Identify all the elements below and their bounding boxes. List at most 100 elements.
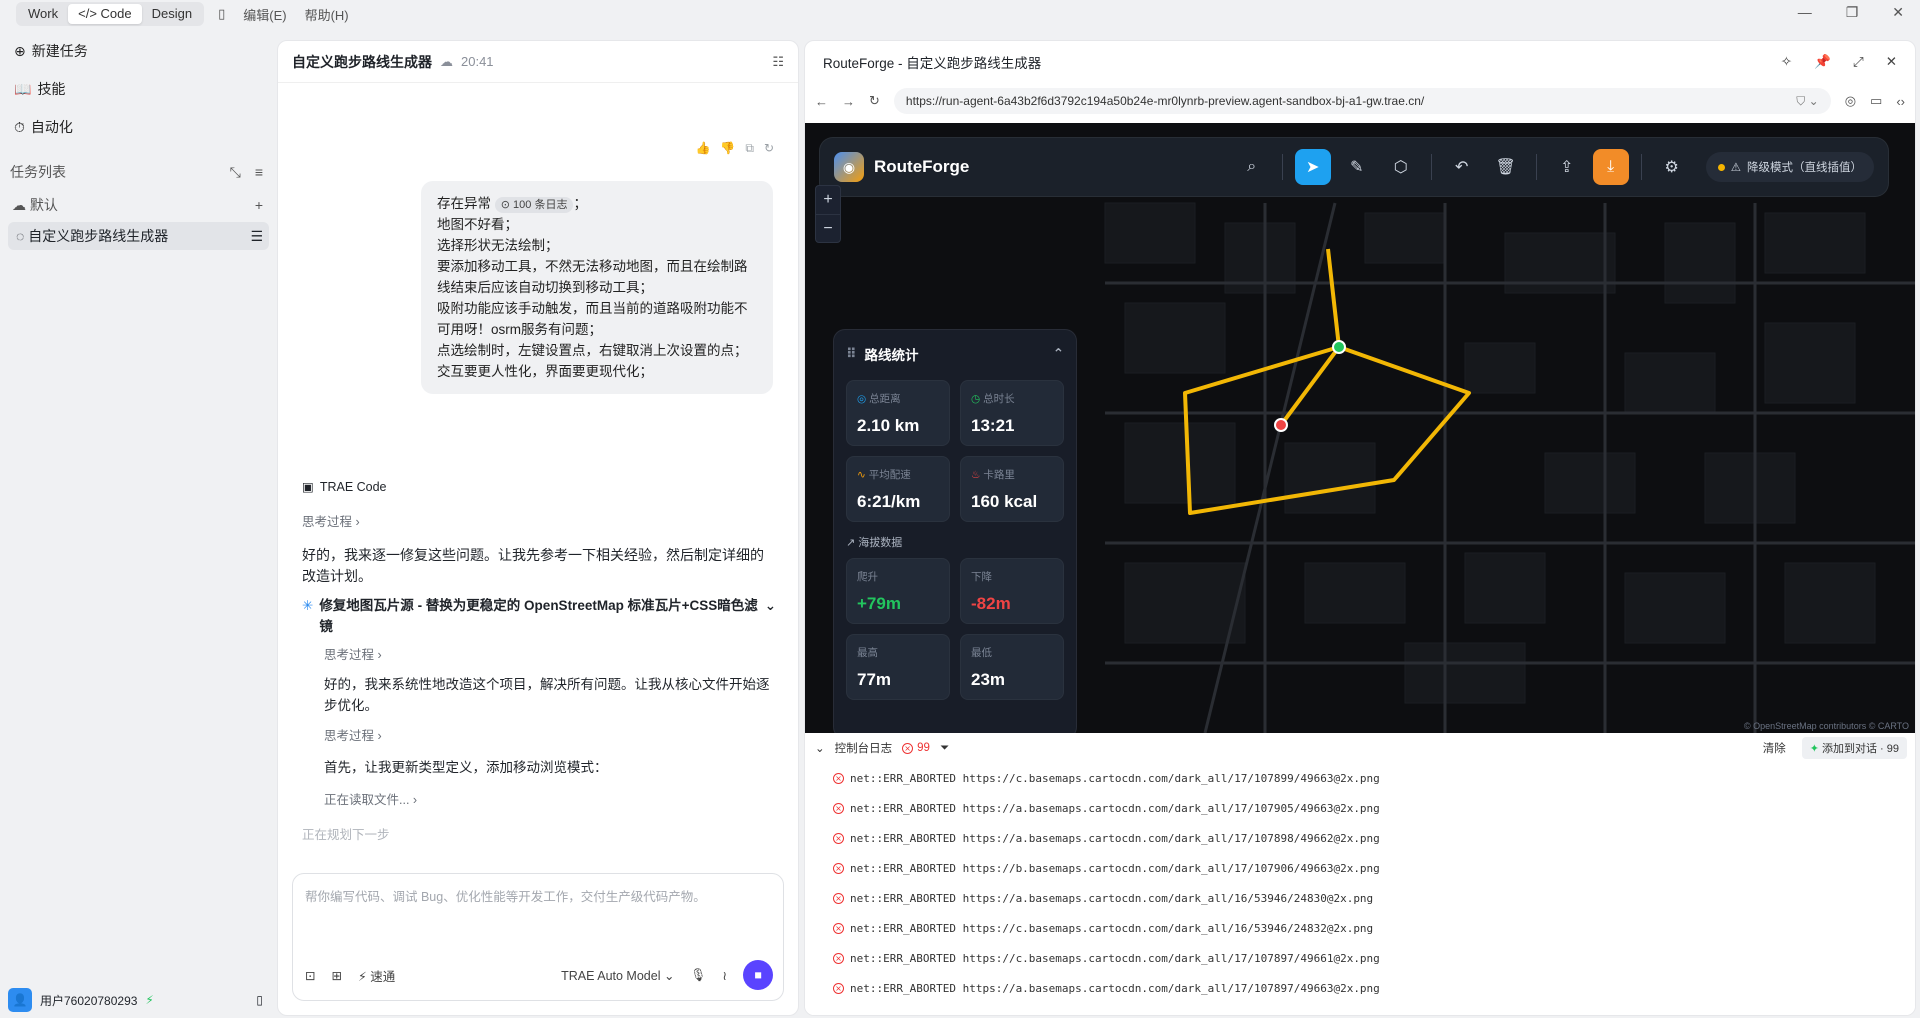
avatar: 👤 [8,988,32,1012]
pin-icon[interactable]: 📌 [1814,54,1831,70]
user-profile[interactable]: 👤 用户76020780293 ⚡ ▯ [8,988,263,1012]
chevron-down-icon[interactable]: ⌄ [815,741,825,755]
mic-icon[interactable]: 🎙 [690,968,706,983]
bubble-line: 交互要更人性化，界面要更现代化； [437,364,653,379]
error-count: 99 [917,742,930,754]
location-icon: ◎ [857,393,867,405]
input-placeholder: 帮你编写代码、调试 Bug、优化性能等开发工作，交付生产级代码产物。 [305,890,706,904]
bubble-line: 吸附功能应该手动触发，而且当前的道路吸附功能不可用呀！osrm服务有问题； [437,301,748,337]
task-item-label: 自定义跑步路线生成器 [28,228,169,244]
filter-icon[interactable]: ≡ [255,164,263,181]
settings-gear-icon[interactable]: ⚙ [1654,149,1690,185]
url-field[interactable]: https://run-agent-6a43b2f6d3792c194a50b2… [893,88,1831,114]
drag-handle-icon[interactable]: ⠿ [846,346,857,362]
max-value: 77m [857,670,892,689]
preview-panel: RouteForge - 自定义跑步路线生成器 ✧ 📌 ⤢ ✕ ← → ↻ ht… [804,40,1916,1016]
new-task-button[interactable]: ⊕ 新建任务 [0,32,277,70]
task-list-icon[interactable]: ☰ [250,228,263,245]
cloud-icon: ☁ [440,53,453,69]
clear-console-button[interactable]: 清除 [1763,740,1786,756]
speed-mode-button[interactable]: ⚡ 速通 [358,966,395,985]
error-icon: × [833,862,844,874]
add-to-chat-button[interactable]: ✦ 添加到对话 · 99 [1801,737,1907,759]
menu-help[interactable]: 帮助(H) [305,5,349,24]
zoom-out-button[interactable]: − [816,214,840,242]
console-log-list: ×net::ERR_ABORTED https://c.basemaps.car… [805,763,1915,1003]
copy-icon[interactable]: ⧉ [745,141,754,156]
forward-icon[interactable]: → [842,94,855,109]
undo-icon[interactable]: ↶ [1444,149,1480,185]
zoom-in-button[interactable]: + [816,186,840,214]
close-icon[interactable]: ✕ [1892,4,1904,21]
pencil-tool-icon[interactable]: ✎ [1339,149,1375,185]
menu-edit[interactable]: 编辑(E) [243,5,286,24]
phone-icon[interactable]: ▯ [256,993,263,1007]
upload-icon[interactable]: ⇪ [1549,149,1585,185]
error-icon: × [833,952,844,964]
maximize-icon[interactable]: ❐ [1846,4,1859,21]
log-text: net::ERR_ABORTED https://c.basemaps.cart… [850,951,1380,965]
download-icon[interactable]: ⤓ [1592,149,1629,185]
bubble-line: 点选绘制时，左键设置点，右键取消上次设置的点； [437,343,748,358]
stop-button[interactable]: ■ [743,960,773,990]
collapse-icon[interactable]: ⤡ [230,164,241,181]
route-end-marker[interactable] [1274,418,1288,432]
thinking-toggle[interactable]: 思考过程 › [324,645,776,666]
thumbs-down-icon[interactable]: 👎 [720,141,735,156]
elevation-title: 海拔数据 [858,537,903,549]
code-icon[interactable]: ‹› [1896,94,1905,109]
step-item[interactable]: ✳ 修复地图瓦片源 - 替换为更稳定的 OpenStreetMap 标准瓦片+C… [302,595,776,637]
close-icon[interactable]: ✕ [1886,54,1897,70]
search-icon[interactable]: ⌕ [1234,149,1270,185]
image-icon[interactable]: ⊞ [331,968,341,983]
attach-icon[interactable]: ⊡ [305,968,315,983]
reload-icon[interactable]: ↻ [869,93,880,109]
error-icon: × [833,922,844,934]
mode-work[interactable]: Work [18,4,68,24]
console-log-line: × net::ERR_ABORTED https://a.basemaps.car… [805,823,1915,853]
bolt-icon: ⚡ [357,969,367,984]
thinking-toggle[interactable]: 思考过程 › [302,512,776,533]
log-attachment-pill[interactable]: ⊙ 100 条日志 [494,197,574,213]
trash-icon[interactable]: 🗑 [1488,149,1524,185]
select-tool-icon[interactable]: ➤ [1294,149,1331,185]
filter-icon[interactable]: ⏷ [940,742,949,755]
user-message-bubble: 存在异常 ⊙ 100 条日志； 地图不好看； 选择形状无法绘制； 要添加移动工具… [421,181,773,394]
model-select[interactable]: TRAE Auto Model ⌄ [561,968,674,983]
map-view[interactable]: ◉ RouteForge ⌕ ➤ ✎ ⬡ ↶ 🗑 ⇪ ⤓ ⚙ ⚠ 降级模式（直线插… [805,123,1915,733]
minimize-icon[interactable]: — [1798,4,1812,21]
model-label: TRAE Auto Model [561,968,661,983]
shapes-tool-icon[interactable]: ⬡ [1383,149,1419,185]
voice-wave-icon[interactable]: ≀ [722,968,727,983]
inspect-icon[interactable]: ✧ [1781,54,1792,70]
console-log-line: × net::ERR_ABORTED https://c.basemaps.car… [805,943,1915,973]
thumbs-up-icon[interactable]: 👍 [695,141,710,156]
stats-header[interactable]: ⠿ 路线统计 ⌃ [846,342,1064,366]
thinking-toggle[interactable]: 思考过程 › [324,726,776,747]
chevron-up-icon[interactable]: ⌃ [1053,346,1064,362]
preview-title: RouteForge - 自定义跑步路线生成器 [823,56,1042,71]
chat-input[interactable]: 帮你编写代码、调试 Bug、优化性能等开发工作，交付生产级代码产物。 ⊡ ⊞ ⚡… [292,873,784,1001]
sidebar-toggle-icon[interactable]: ▯ [218,6,225,22]
task-item[interactable]: ◌ 自定义跑步路线生成器 ☰ [8,222,269,250]
automation-button[interactable]: ⏱ 自动化 [0,108,277,146]
outline-icon[interactable]: ☷ [772,54,784,70]
log-text: net::ERR_ABORTED https://b.basemaps.cart… [850,861,1380,875]
shield-icon[interactable]: ⛉ ⌄ [1796,94,1818,109]
skills-button[interactable]: 📖 技能 [0,70,277,108]
expand-icon[interactable]: ⤢ [1853,54,1864,70]
descent-value: -82m [971,594,1011,613]
layout-icon[interactable]: ▭ [1870,93,1882,109]
add-task-icon[interactable]: + [255,197,263,213]
min-value: 23m [971,670,1006,689]
chevron-down-icon: ⌄ [764,598,776,613]
back-icon[interactable]: ← [815,94,828,109]
mode-code[interactable]: </> Code [68,4,142,24]
refresh-icon[interactable]: ↻ [764,141,774,156]
title-bar: Work </> Code Design ▯ 编辑(E) 帮助(H) — ❐ ✕ [0,0,1920,28]
mode-design[interactable]: Design [142,4,202,24]
target-icon[interactable]: ◎ [1845,93,1856,109]
min-label: 最低 [971,647,992,659]
route-start-marker[interactable] [1332,340,1346,354]
group-default[interactable]: ☁ 默认 + [0,190,277,220]
